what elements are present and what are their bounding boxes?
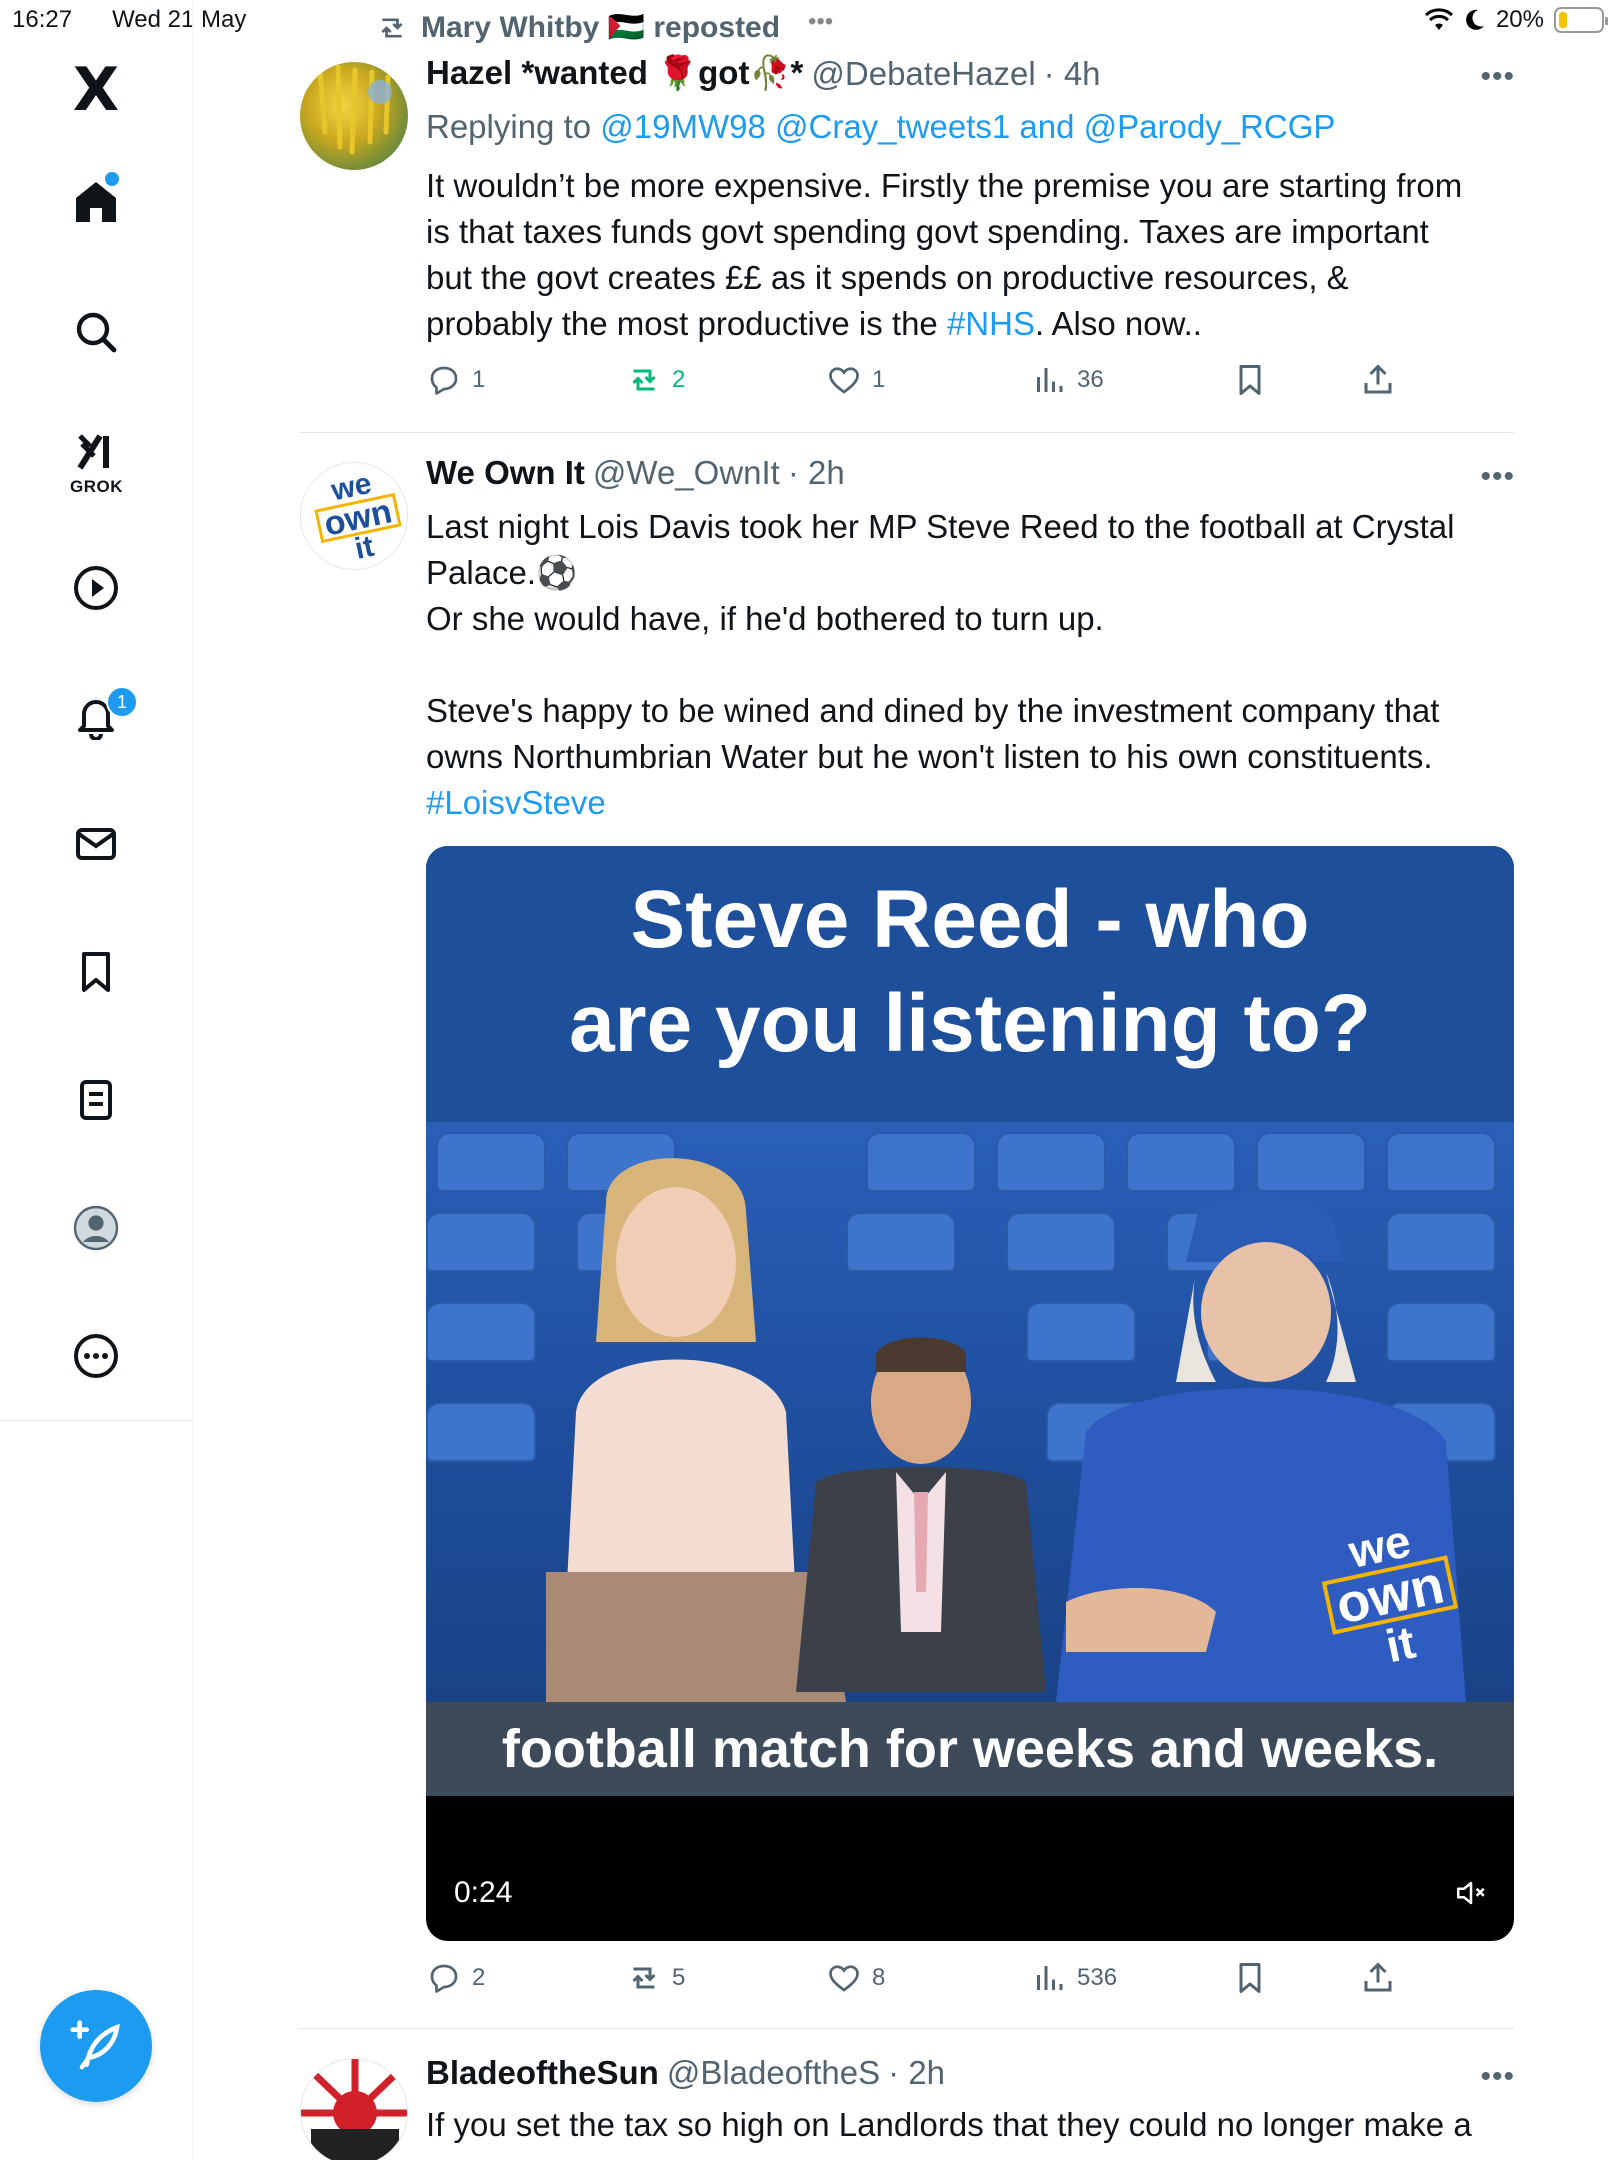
wifi-icon — [1424, 8, 1453, 30]
bookmark-tweet-button[interactable] — [1232, 1960, 1268, 1996]
author-handle[interactable]: @BladeoftheS — [667, 2054, 880, 2092]
bookmark-tweet-button[interactable] — [1232, 362, 1268, 398]
video-duration: 0:24 — [454, 1876, 513, 1909]
reply-icon — [430, 366, 458, 395]
mail-icon[interactable] — [66, 814, 126, 874]
author-name[interactable]: Hazel *wanted 🌹got🥀* — [426, 54, 803, 93]
share-icon — [1364, 364, 1392, 394]
list-icon[interactable] — [66, 1070, 126, 1130]
video-title-panel: Steve Reed - who are you listening to? — [426, 846, 1514, 1122]
tweet-time[interactable]: · 2h — [788, 454, 845, 492]
search-icon[interactable] — [66, 302, 126, 362]
author-handle[interactable]: @DebateHazel — [811, 55, 1035, 93]
analytics-icon — [1037, 1966, 1063, 1990]
tweet-divider — [300, 2028, 1514, 2029]
repost-icon — [381, 17, 403, 38]
heart-icon — [829, 367, 859, 394]
battery-icon — [1554, 7, 1608, 33]
moon-icon — [1466, 9, 1484, 30]
share-icon — [1364, 1962, 1392, 1992]
tweet-body: Last night Lois Davis took her MP Steve … — [426, 504, 1516, 826]
tweet-header: We Own It @We_OwnIt · 2h — [426, 454, 845, 492]
tweet-time[interactable]: · 4h — [1044, 55, 1101, 93]
compose-icon — [70, 2020, 120, 2070]
heart-icon — [829, 1965, 859, 1992]
replying-to: Replying to @19MW98 @Cray_tweets1 and @P… — [426, 108, 1336, 145]
views-button[interactable]: 536 — [1031, 1960, 1117, 1996]
bookmark-icon[interactable] — [66, 942, 126, 1002]
retweet-button[interactable]: 5 — [626, 1960, 685, 1996]
tweet-body: If you set the tax so high on Landlords … — [426, 2106, 1472, 2143]
tweet-header: Hazel *wanted 🌹got🥀* @DebateHazel · 4h — [426, 54, 1101, 93]
more-options-icon[interactable]: ••• — [1480, 460, 1515, 494]
views-button[interactable]: 36 — [1031, 362, 1104, 398]
compose-button[interactable] — [40, 1990, 152, 2102]
reply-icon — [430, 1964, 458, 1993]
grok-icon[interactable] — [66, 422, 126, 482]
mentions-link[interactable]: @19MW98 @Cray_tweets1 and @Parody_RCGP — [600, 108, 1335, 145]
video-player[interactable]: Steve Reed - who are you listening to? w… — [426, 846, 1514, 1941]
like-button[interactable]: 8 — [826, 1960, 885, 1996]
profile-icon[interactable] — [66, 1198, 126, 1258]
play-icon[interactable] — [66, 558, 126, 618]
avatar-weownit[interactable]: we own it — [300, 462, 408, 570]
tweet-actions: 1 2 1 36 — [426, 362, 1406, 402]
reply-button[interactable]: 1 — [426, 362, 485, 398]
more-icon[interactable] — [66, 1326, 126, 1386]
reply-button[interactable]: 2 — [426, 1960, 485, 1996]
hashtag-link[interactable]: #LoisvSteve — [426, 780, 1516, 826]
video-frame: we own it — [426, 1122, 1514, 1702]
share-button[interactable] — [1360, 362, 1396, 398]
author-name[interactable]: BladeoftheSun — [426, 2054, 659, 2092]
mute-icon[interactable] — [1454, 1876, 1488, 1910]
video-title-line2: are you listening to? — [569, 978, 1371, 1069]
repost-banner[interactable]: Mary Whitby 🇵🇸 reposted — [375, 10, 780, 45]
status-dots: ••• — [808, 8, 834, 35]
retweet-button[interactable]: 2 — [626, 362, 685, 398]
video-caption: football match for weeks and weeks. — [426, 1702, 1514, 1796]
avatar-hazel[interactable] — [300, 62, 408, 170]
analytics-icon — [1037, 368, 1063, 392]
person-cardboard — [796, 1337, 1046, 1692]
grok-label: GROK — [70, 477, 123, 496]
x-logo-icon[interactable]: X — [66, 60, 126, 120]
tweet-divider — [300, 432, 1514, 433]
hashtag-link[interactable]: #NHS — [947, 305, 1035, 342]
bookmark-icon — [1239, 1963, 1261, 1993]
tweet-header: BladeoftheSun @BladeoftheS · 2h — [426, 2054, 945, 2092]
repost-user: Mary Whitby 🇵🇸 reposted — [421, 11, 781, 44]
tweet-body: It wouldn’t be more expensive. Firstly t… — [426, 167, 1463, 342]
like-button[interactable]: 1 — [826, 362, 885, 398]
tweet-actions: 2 5 8 536 — [426, 1960, 1406, 2000]
avatar-bladeofthesun[interactable] — [300, 2058, 408, 2160]
sidebar: X GROK 1 — [0, 0, 193, 2160]
bookmark-icon — [1239, 365, 1261, 395]
retweet-icon — [632, 1967, 656, 1989]
notifications-badge: 1 — [106, 686, 138, 718]
author-name[interactable]: We Own It — [426, 454, 585, 492]
retweet-icon — [632, 369, 656, 391]
video-title-line1: Steve Reed - who — [630, 874, 1310, 965]
more-options-icon[interactable]: ••• — [1480, 2060, 1515, 2094]
more-options-icon[interactable]: ••• — [1480, 60, 1515, 94]
home-notification-dot — [105, 172, 119, 186]
battery-percent: 20% — [1495, 6, 1544, 33]
share-button[interactable] — [1360, 1960, 1396, 1996]
sidebar-divider — [0, 1420, 193, 1421]
author-handle[interactable]: @We_OwnIt — [593, 454, 780, 492]
tweet-time[interactable]: · 2h — [888, 2054, 945, 2092]
